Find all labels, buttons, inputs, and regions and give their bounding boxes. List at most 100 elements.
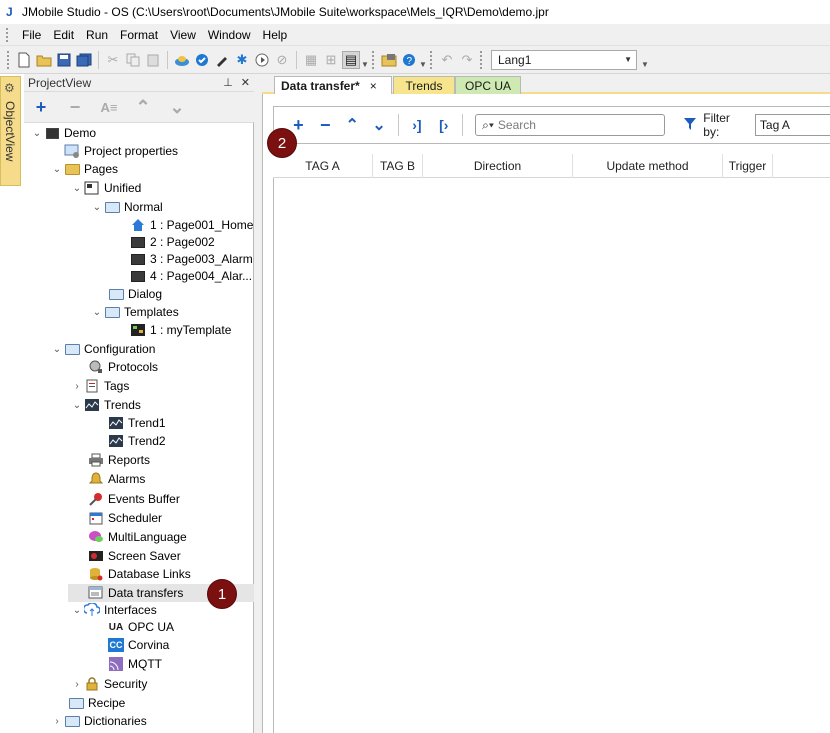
tree-item-dictionaries[interactable]: › Dictionaries [50,712,146,730]
save-icon[interactable] [55,51,73,69]
tree-item-events-buffer[interactable]: Events Buffer [74,490,180,508]
layout-icon[interactable]: ▤ [342,50,360,69]
column-header-direction[interactable]: Direction [423,154,573,178]
toolbar-grip-handle[interactable] [430,50,434,69]
tree-item-database-links[interactable]: Database Links [74,565,191,583]
collapse-icon[interactable]: ⌄ [70,400,84,411]
object-view-tab[interactable]: ⚙ ObjectView [0,76,21,186]
tree-item-scheduler[interactable]: Scheduler [74,509,162,527]
menu-view[interactable]: View [164,26,202,44]
remove-icon[interactable]: − [64,97,86,118]
tree-item-opc-ua[interactable]: UA OPC UA [94,618,174,636]
column-header-trigger[interactable]: Trigger [723,154,773,178]
tools-icon[interactable] [213,51,231,69]
collapse-icon[interactable]: ⌄ [90,202,104,213]
redo-icon[interactable]: ↷ [458,51,476,69]
tree-item-trend1[interactable]: Trend1 [94,414,166,432]
expand-icon[interactable]: › [70,381,84,392]
tree-item-project-properties[interactable]: Project properties [50,142,178,160]
cut-icon[interactable]: ✂ [104,51,122,69]
expand-columns-icon[interactable]: [› [433,117,454,133]
validate-icon[interactable] [193,51,211,69]
search-input[interactable]: ⌕▾ Search [475,114,666,136]
close-icon[interactable]: × [370,79,377,93]
menu-run[interactable]: Run [80,26,114,44]
tree-item-trend2[interactable]: Trend2 [94,432,166,450]
tree-item-alarms[interactable]: Alarms [74,470,145,488]
column-header-tag-b[interactable]: TAG B [373,154,423,178]
collapse-icon[interactable]: ⌄ [70,605,84,616]
tree-item-corvina[interactable]: CC Corvina [94,636,169,654]
move-up-icon[interactable]: ⌃ [132,97,154,118]
tree-item-interfaces[interactable]: ⌄ Interfaces [70,601,157,619]
move-down-icon[interactable]: ⌄ [369,115,390,135]
tab-data-transfer[interactable]: Data transfer* × [274,76,392,94]
tree-item-mqtt[interactable]: MQTT [94,655,162,673]
expand-icon[interactable]: › [50,716,64,727]
toolbar-overflow-icon[interactable]: ▼ [641,51,649,69]
tree-item-recipe[interactable]: Recipe [54,694,125,712]
move-up-icon[interactable]: ⌃ [342,115,363,135]
tree-item-security[interactable]: › Security [70,675,147,693]
tree-item-screen-saver[interactable]: Screen Saver [74,547,181,565]
add-icon[interactable]: + [30,97,52,118]
tree-item-pages[interactable]: ⌄ Pages [50,160,118,178]
tree-item-protocols[interactable]: Protocols [74,358,158,376]
collapse-icon[interactable]: ⌄ [50,344,64,355]
language-select[interactable]: Lang1 ▼ [491,49,637,70]
toolbar-grip-handle[interactable] [372,50,376,69]
move-down-icon[interactable]: ⌄ [166,97,188,118]
open-folder-icon[interactable] [35,51,53,69]
tree-item-tags[interactable]: › Tags [70,377,129,395]
tree-item-page003[interactable]: 3 : Page003_Alarm [116,250,253,268]
menu-window[interactable]: Window [202,26,257,44]
tree-item-demo[interactable]: ⌄ Demo [30,124,96,142]
collapse-icon[interactable]: ⌄ [50,164,64,175]
tree-item-trends[interactable]: ⌄ Trends [70,396,141,414]
tree-item-page002[interactable]: 2 : Page002 [116,233,215,251]
menu-format[interactable]: Format [114,26,164,44]
menu-grip-handle[interactable] [6,27,10,42]
tree-item-reports[interactable]: Reports [74,451,150,469]
close-icon[interactable]: ✕ [241,76,250,89]
snap-icon[interactable]: ⊞ [322,51,340,69]
panel-splitter[interactable] [254,74,262,733]
toolbar-grip-handle[interactable] [7,50,11,69]
toolbar-overflow-icon[interactable]: ▼ [419,51,427,69]
tree-item-page001[interactable]: 1 : Page001_Home [116,216,253,234]
column-header-update-method[interactable]: Update method [573,154,723,178]
tree-item-dialog[interactable]: Dialog [94,285,162,303]
collapse-icon[interactable]: ⌄ [90,307,104,318]
toolbar-overflow-icon[interactable]: ▼ [361,51,369,69]
collapse-columns-icon[interactable]: ›] [406,117,427,133]
menu-help[interactable]: Help [257,26,294,44]
tab-opc-ua[interactable]: OPC UA [455,76,521,94]
toolbar-grip-handle[interactable] [480,50,484,69]
undo-icon[interactable]: ↶ [438,51,456,69]
filter-select[interactable]: Tag A [754,114,830,136]
copy-icon[interactable] [124,51,142,69]
tree-item-multilanguage[interactable]: MultiLanguage [74,528,187,546]
remove-row-icon[interactable]: − [315,115,336,136]
pin-icon[interactable]: ⊥ [223,76,233,89]
paste-icon[interactable] [144,51,162,69]
expand-icon[interactable]: › [70,679,84,690]
menu-edit[interactable]: Edit [47,26,80,44]
tree-item-configuration[interactable]: ⌄ Configuration [50,340,156,358]
run-icon[interactable] [253,51,271,69]
column-header-tag-a[interactable]: TAG A [273,154,373,178]
project-settings-icon[interactable] [380,51,398,69]
rename-icon[interactable]: A≡ [98,100,120,115]
new-file-icon[interactable] [15,51,33,69]
download-icon[interactable] [173,51,191,69]
debug-icon[interactable]: ✱ [233,51,251,69]
collapse-icon[interactable]: ⌄ [70,183,84,194]
menu-file[interactable]: File [16,26,47,44]
disabled-tool-icon[interactable]: ⊘ [273,51,291,69]
grid-icon[interactable]: ▦ [302,51,320,69]
tree-item-templates[interactable]: ⌄ Templates [90,303,179,321]
tree-item-normal[interactable]: ⌄ Normal [90,198,163,216]
collapse-icon[interactable]: ⌄ [30,128,44,139]
tree-item-page004[interactable]: 4 : Page004_Alar... [116,267,252,285]
tab-trends[interactable]: Trends [393,76,455,94]
